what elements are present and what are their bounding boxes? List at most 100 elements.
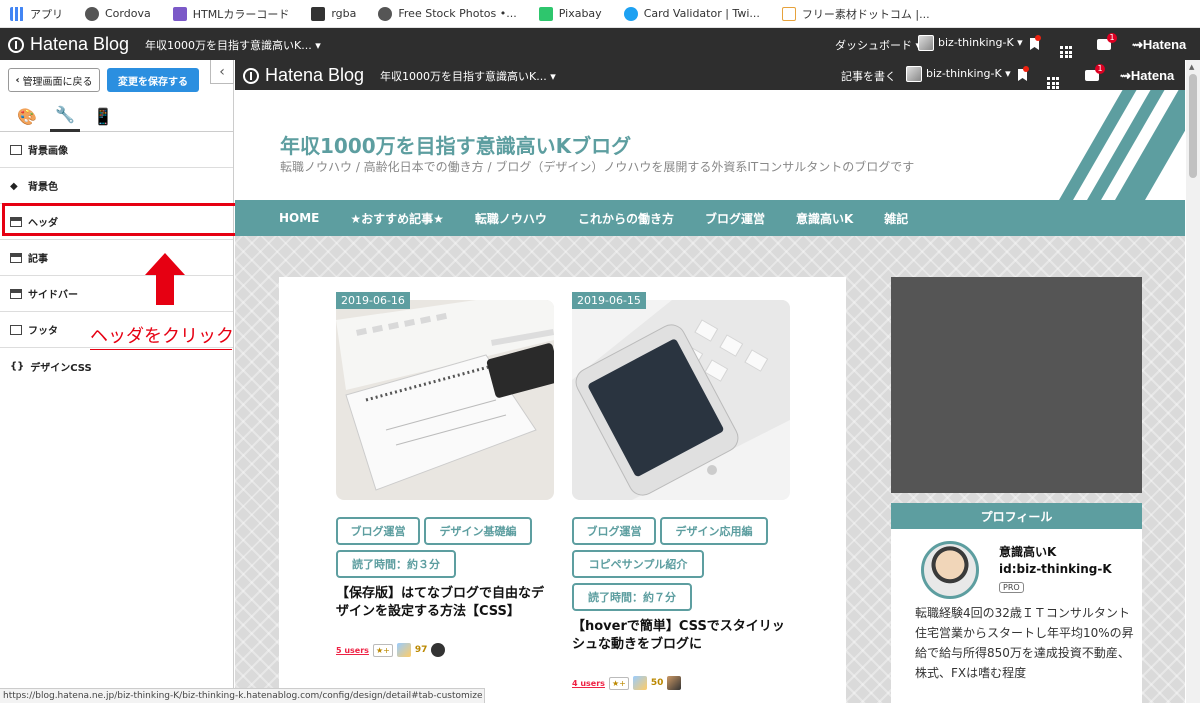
- save-changes-button[interactable]: 変更を保存する: [107, 68, 199, 92]
- hatena-blog-logo[interactable]: Hatena Blog: [8, 34, 129, 55]
- notification-count: 1: [1107, 33, 1117, 43]
- profile-avatar[interactable]: [921, 541, 979, 599]
- bookmark-users[interactable]: 5 users: [336, 646, 369, 655]
- twitter-bird-icon: [623, 6, 638, 21]
- bookmark-free-stock[interactable]: Free Stock Photos •...: [378, 6, 517, 21]
- globe-icon: [378, 6, 393, 21]
- sidebar-item-sidebar[interactable]: サイドバー: [0, 276, 233, 312]
- nav-future-work[interactable]: これからの働き方: [578, 210, 674, 227]
- collapse-sidebar-button[interactable]: ‹: [210, 60, 234, 84]
- bookmark-html-color[interactable]: HTMLカラーコード: [172, 6, 289, 22]
- up-arrow-icon: [145, 253, 185, 305]
- preview-user-menu[interactable]: biz-thinking-K ▾: [906, 66, 1011, 82]
- preview-scrollbar[interactable]: ▲: [1186, 60, 1200, 703]
- profile-name[interactable]: 意識高いK: [999, 543, 1056, 560]
- tag-chip[interactable]: デザイン基礎編: [424, 517, 532, 545]
- blog-title-dropdown[interactable]: 年収1000万を目指す意識高いK... ▾: [145, 37, 321, 53]
- sidebar-item-article[interactable]: 記事: [0, 240, 233, 276]
- bookmark-apps[interactable]: アプリ: [10, 6, 63, 22]
- hatena-logo-icon: [243, 67, 259, 84]
- sidebar-tabs: 🎨 🔧 📱: [0, 100, 233, 132]
- design-sidebar: ‹ 管理画面に戻る 変更を保存する ‹ 🎨 🔧 📱 背景画像 ◆ 背景色 ヘッダ 記…: [0, 60, 239, 703]
- bookmark-users[interactable]: 4 users: [572, 679, 605, 688]
- back-to-admin-button[interactable]: ‹ 管理画面に戻る: [8, 68, 100, 92]
- tab-customize[interactable]: 🔧: [50, 100, 80, 132]
- bookmark-free-sozai[interactable]: フリー素材ドットコム |...: [781, 6, 930, 22]
- main-content: 2019-06-16 ブログ運営 デザイン基礎編 読了時間：約３分 【保存版】は…: [279, 277, 846, 703]
- globe-icon: [85, 6, 99, 21]
- nav-misc[interactable]: 雑記: [884, 210, 908, 227]
- scroll-up-icon[interactable]: ▲: [1189, 63, 1194, 71]
- page-icon: [781, 6, 796, 21]
- preview-hatena-link[interactable]: ⇝Hatena: [1120, 68, 1174, 84]
- nav-recommended[interactable]: ★おすすめ記事★: [350, 210, 444, 227]
- hatena-admin-bar: Hatena Blog 年収1000万を目指す意識高いK... ▾ ダッシュボー…: [0, 28, 1200, 60]
- tag-chip[interactable]: デザイン応用編: [660, 517, 768, 545]
- keyboard-notebook-photo: [336, 300, 554, 500]
- user-menu[interactable]: biz-thinking-K ▾: [918, 35, 1023, 51]
- bookmark-flag-icon[interactable]: [1018, 66, 1029, 84]
- dashboard-link[interactable]: ダッシュボード ▾: [835, 37, 921, 53]
- add-star-button[interactable]: ★+: [608, 676, 629, 690]
- article-date: 2019-06-15: [572, 292, 646, 309]
- tag-chip[interactable]: コピペサンプル紹介: [572, 550, 704, 578]
- sidebar-layout-icon: [10, 288, 22, 299]
- bookmark-cordova[interactable]: Cordova: [85, 6, 151, 21]
- colorcode-icon: [172, 6, 187, 21]
- preview-hatena-blog-logo[interactable]: Hatena Blog: [243, 65, 364, 86]
- tab-design-palette[interactable]: 🎨: [12, 100, 42, 132]
- notifications-icon[interactable]: 1: [1097, 33, 1117, 53]
- user-avatar-icon: [667, 676, 682, 690]
- blog-preview: Hatena Blog 年収1000万を目指す意識高いK... ▾ 記事を書く …: [235, 60, 1185, 703]
- article-thumbnail[interactable]: [572, 300, 790, 500]
- smartphone-icon: 📱: [93, 106, 113, 126]
- sidebar-item-design-css[interactable]: {} デザインCSS: [0, 348, 233, 384]
- notifications-icon[interactable]: 1: [1085, 64, 1105, 84]
- tab-smartphone[interactable]: 📱: [88, 100, 118, 132]
- blog-header: 年収1000万を目指す意識高いKブログ 転職ノウハウ / 高齢化日本での働き方 …: [235, 90, 1185, 200]
- apps-grid-icon[interactable]: [1047, 69, 1059, 89]
- apps-grid-icon[interactable]: [1060, 38, 1072, 58]
- hatena-link[interactable]: ⇝Hatena: [1132, 37, 1186, 53]
- sidebar-item-background-color[interactable]: ◆ 背景色: [0, 168, 233, 204]
- bookmark-pixabay[interactable]: Pixabay: [538, 6, 602, 21]
- bookmark-rgba[interactable]: rgba: [311, 6, 356, 21]
- profile-module: プロフィール 意識高いK id:biz-thinking-K PRO 転職経験4…: [891, 503, 1142, 703]
- tag-chip[interactable]: ブログ運営: [336, 517, 420, 545]
- sidebar-item-background-image[interactable]: 背景画像: [0, 132, 233, 168]
- nav-ishiki-k[interactable]: 意識高いK: [796, 210, 853, 227]
- bookmark-card-validator[interactable]: Card Validator | Twi...: [623, 6, 760, 21]
- chevron-left-icon: ‹: [15, 74, 20, 86]
- hatena-logo-icon: [8, 36, 24, 53]
- star-user-icon: [632, 676, 647, 690]
- nav-home[interactable]: HOME: [279, 211, 319, 225]
- article-layout-icon: [10, 252, 22, 263]
- article-title[interactable]: 【hoverで簡単】CSSでスタイリッシュな動きをブログに: [572, 618, 790, 654]
- profile-id[interactable]: id:biz-thinking-K: [999, 562, 1112, 576]
- smartphone-keyboard-photo: [572, 300, 790, 500]
- star-count: 97: [414, 645, 428, 655]
- apps-grid-icon: [10, 6, 24, 21]
- avatar: [906, 66, 922, 82]
- wrench-icon: 🔧: [55, 105, 75, 124]
- rgba-icon: [311, 6, 326, 21]
- article-thumbnail[interactable]: [336, 300, 554, 500]
- nav-blog-management[interactable]: ブログ運営: [705, 210, 765, 227]
- tag-chip[interactable]: 読了時間：約３分: [336, 550, 456, 578]
- avatar: [918, 35, 934, 51]
- add-star-button[interactable]: ★+: [372, 643, 393, 657]
- hatena-mark-icon: ⇝: [1132, 37, 1143, 52]
- scrollbar-thumb[interactable]: [1189, 74, 1197, 178]
- global-nav: HOME ★おすすめ記事★ 転職ノウハウ これからの働き方 ブログ運営 意識高い…: [235, 200, 1185, 236]
- article-title[interactable]: 【保存版】はてなブログで自由なデザインを設定する方法【CSS】: [336, 585, 554, 621]
- nav-job-change[interactable]: 転職ノウハウ: [475, 210, 547, 227]
- palette-icon: 🎨: [17, 106, 37, 126]
- write-article-link[interactable]: 記事を書く: [841, 68, 896, 84]
- preview-blog-title-dropdown[interactable]: 年収1000万を目指す意識高いK... ▾: [380, 68, 556, 84]
- site-title[interactable]: 年収1000万を目指す意識高いKブログ: [280, 130, 631, 159]
- image-icon: [10, 144, 22, 155]
- bookmark-flag-icon[interactable]: [1030, 35, 1041, 53]
- tag-chip[interactable]: ブログ運営: [572, 517, 656, 545]
- footer-layout-icon: [10, 324, 22, 335]
- tag-chip[interactable]: 読了時間：約７分: [572, 583, 692, 611]
